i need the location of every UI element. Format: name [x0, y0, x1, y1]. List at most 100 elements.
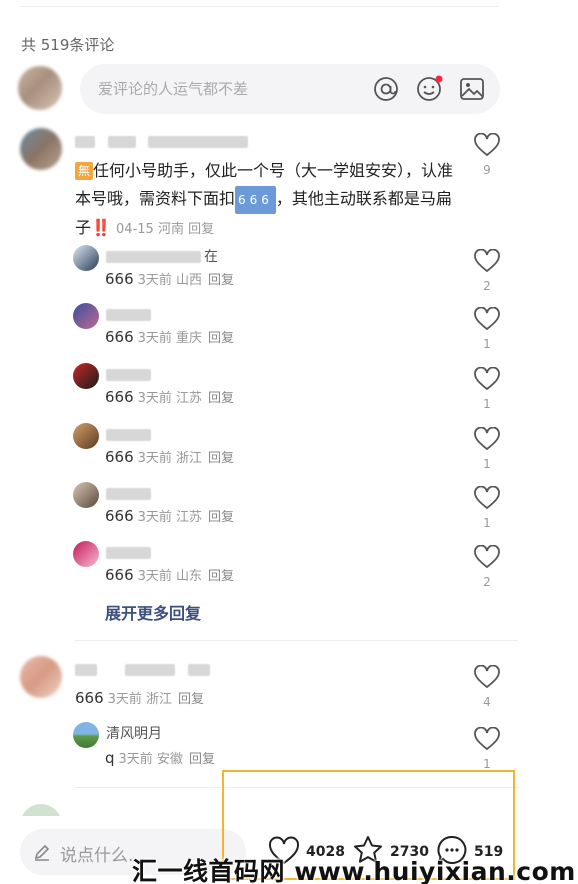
reply-meta: 3天前 江苏 [137, 391, 203, 406]
reply-avatar[interactable] [73, 541, 99, 567]
reply-meta: 3天前 浙江 [137, 451, 203, 466]
reply-button[interactable]: 回复 [178, 692, 204, 707]
comment-input-placeholder: 爱评论的人运气都不差 [98, 80, 249, 98]
reply-username[interactable] [106, 488, 151, 500]
heart-icon [474, 306, 500, 331]
heart-icon [474, 132, 500, 157]
reply-username[interactable] [106, 309, 151, 321]
heart-icon [474, 726, 500, 751]
like-button[interactable]: 1 [473, 306, 501, 351]
reply-body: 666 [105, 566, 134, 584]
badge-icon: 無 [75, 162, 93, 180]
like-count: 2 [483, 575, 491, 589]
reply-text[interactable]: 666 3天前 江苏 回复 [105, 387, 234, 406]
commenter-name[interactable] [75, 136, 95, 148]
heart-icon [474, 426, 500, 451]
comment-meta: 3天前 浙江 [107, 692, 173, 707]
commenter-name-part [108, 136, 136, 148]
like-count: 1 [483, 516, 491, 530]
reply-text[interactable]: 666 3天前 山东 回复 [105, 565, 234, 584]
reply-body: 666 [105, 507, 134, 525]
reply-button[interactable]: 回复 [208, 273, 234, 288]
reply-text[interactable]: 666 3天前 山西 回复 [105, 269, 234, 288]
reply-meta: 3天前 山东 [137, 569, 203, 584]
comment-input-row: 爱评论的人运气都不差 [18, 64, 500, 114]
like-count: 9 [483, 163, 491, 177]
reply-meta: 3天前 安徽 [118, 752, 183, 767]
reply-button[interactable]: 回复 [189, 752, 215, 767]
reply-body: 666 [105, 448, 134, 466]
my-avatar [18, 66, 62, 110]
commenter-avatar[interactable] [20, 656, 62, 698]
heart-icon [474, 664, 500, 689]
reply-meta: 3天前 山西 [137, 273, 203, 288]
reply-avatar[interactable] [73, 363, 99, 389]
commenter-name-part [148, 136, 248, 148]
reply-body: q [105, 749, 115, 767]
like-button[interactable]: 1 [473, 726, 501, 771]
image-icon[interactable] [458, 75, 486, 103]
reply-button[interactable]: 回复 [208, 331, 234, 346]
like-count: 1 [483, 397, 491, 411]
comment-count: 共 519条评论 [21, 36, 115, 54]
commenter-name-part [188, 664, 210, 676]
reply-body: 666 [105, 270, 134, 288]
like-button[interactable]: 1 [473, 426, 501, 471]
emoji-icon[interactable] [415, 75, 443, 103]
heart-icon [474, 366, 500, 391]
reply-username[interactable] [106, 547, 151, 559]
like-button[interactable]: 2 [473, 248, 501, 293]
reply-username[interactable] [106, 369, 151, 381]
comment-input[interactable]: 爱评论的人运气都不差 [80, 64, 500, 114]
watermark-text: 汇一线首码网 www.huiyixian.com [132, 857, 576, 884]
reply-text[interactable]: 666 3天前 江苏 回复 [105, 506, 234, 525]
reply-avatar[interactable] [73, 245, 99, 271]
commenter-name[interactable] [75, 664, 97, 676]
reply-username[interactable] [106, 251, 201, 263]
reply-avatar[interactable] [73, 423, 99, 449]
reply-avatar[interactable] [73, 722, 99, 748]
reply-meta: 3天前 重庆 [137, 331, 203, 346]
like-count: 1 [483, 457, 491, 471]
reply-button[interactable]: 回复 [208, 569, 234, 584]
reply-text[interactable]: 666 3天前 重庆 回复 [105, 327, 234, 346]
like-button[interactable]: 4 [473, 664, 501, 709]
divider [75, 640, 518, 641]
reply-avatar[interactable] [73, 482, 99, 508]
heart-icon [474, 485, 500, 510]
expand-more-replies[interactable]: 展开更多回复 [105, 600, 201, 624]
like-count: 1 [483, 337, 491, 351]
pencil-icon [34, 844, 50, 861]
reply-meta: 3天前 江苏 [137, 510, 203, 525]
heart-icon [474, 544, 500, 569]
reply-body: 666 [105, 328, 134, 346]
reply-button[interactable]: 回复 [208, 510, 234, 525]
heart-icon [474, 248, 500, 273]
commenter-name-part [125, 664, 175, 676]
reply-username-tail: 在 [204, 249, 218, 265]
like-count: 2 [483, 279, 491, 293]
reply-avatar[interactable] [73, 303, 99, 329]
like-button[interactable]: 1 [473, 485, 501, 530]
like-button[interactable]: 1 [473, 366, 501, 411]
commenter-avatar[interactable] [20, 128, 62, 170]
reply-text[interactable]: q 3天前 安徽 回复 [105, 748, 215, 767]
at-mention-icon[interactable] [372, 75, 400, 103]
reply-body: 666 [105, 388, 134, 406]
comment-meta: 04-15 河南 [116, 222, 184, 237]
like-count: 4 [483, 695, 491, 709]
comment-body: 666 [75, 689, 104, 707]
reply-username[interactable]: 清风明月 [106, 723, 162, 743]
reply-button[interactable]: 回复 [188, 222, 214, 237]
like-count: 1 [483, 757, 491, 771]
reply-username[interactable] [106, 429, 151, 441]
top-divider [20, 6, 498, 7]
comment-text[interactable]: 無任何小号助手，仅此一个号（大一学姐安安），认准本号哦，需资料下面扣 666 ，其他… [75, 157, 460, 244]
reply-button[interactable]: 回复 [208, 451, 234, 466]
comment-text[interactable]: 666 3天前 浙江 回复 [75, 688, 204, 707]
reply-button[interactable]: 回复 [208, 391, 234, 406]
reply-text[interactable]: 666 3天前 浙江 回复 [105, 447, 234, 466]
like-button[interactable]: 2 [473, 544, 501, 589]
emoji-666: 666 [235, 186, 276, 214]
like-button[interactable]: 9 [473, 132, 501, 177]
